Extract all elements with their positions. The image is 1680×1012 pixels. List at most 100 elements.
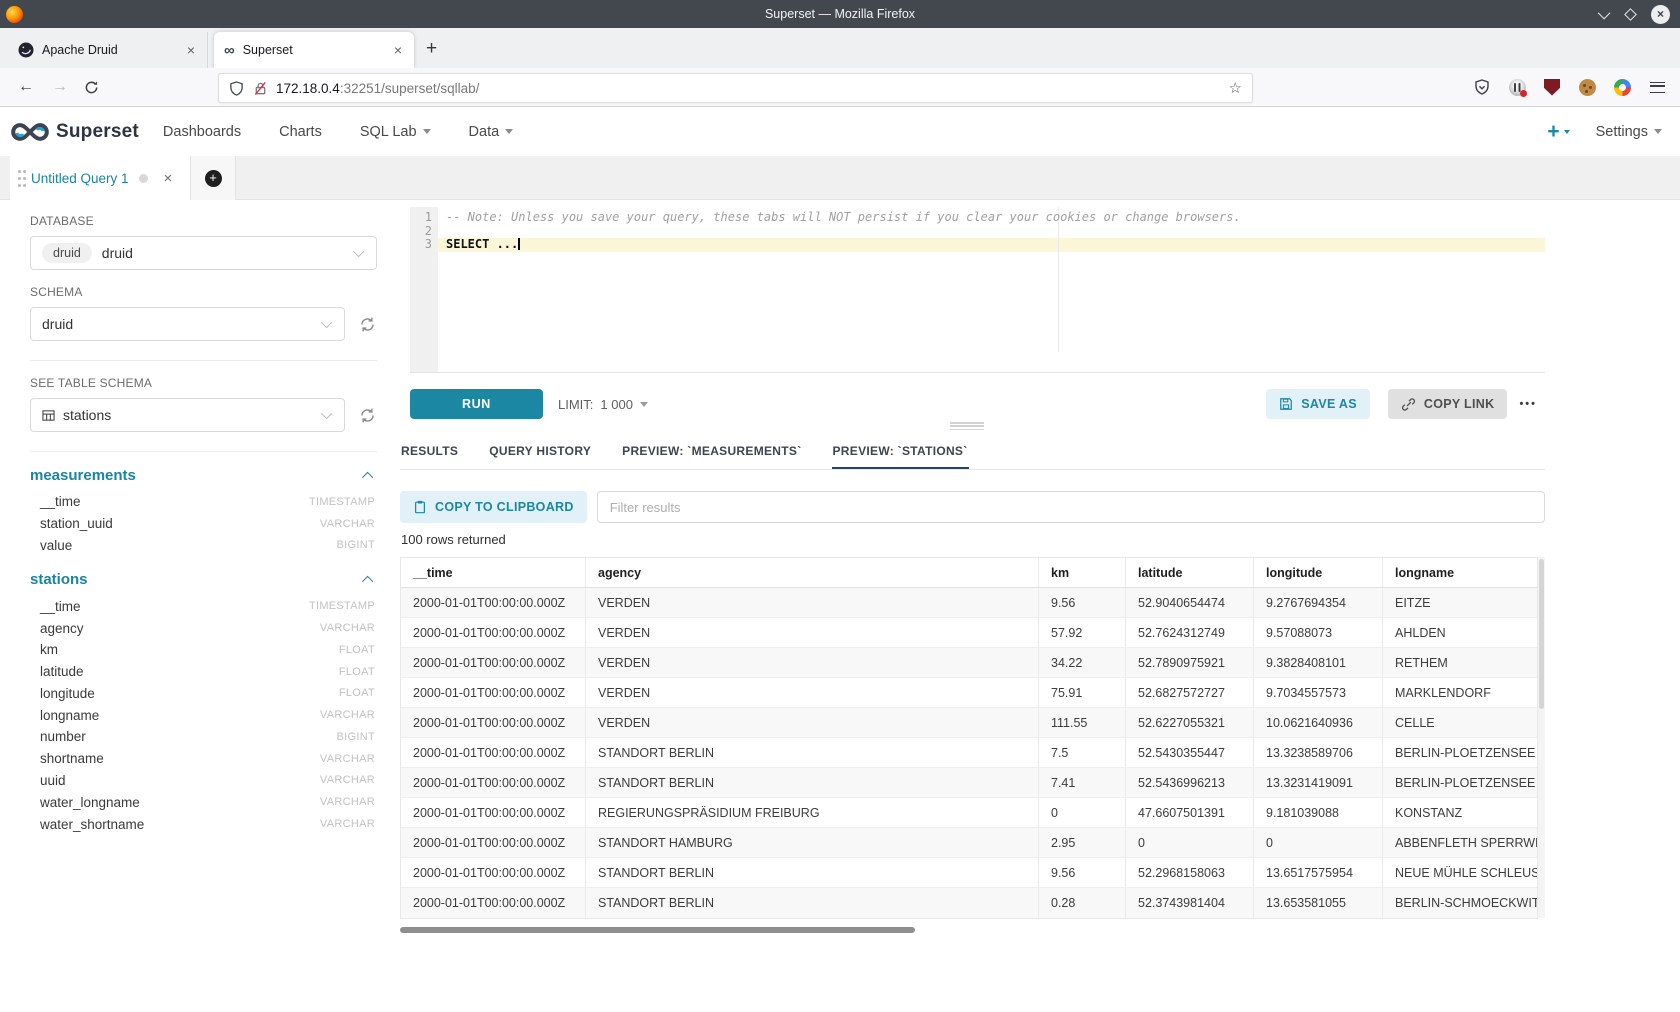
table-row[interactable]: 2000-01-01T00:00:00.000ZSTANDORT HAMBURG… [401, 828, 1537, 858]
sql-editor[interactable]: 1 2 3 -- Note: Unless you save your quer… [410, 207, 1545, 373]
settings-menu[interactable]: Settings [1596, 124, 1662, 140]
tab-close-icon[interactable]: × [185, 42, 197, 58]
nav-dashboards[interactable]: Dashboards [163, 124, 241, 140]
add-new-button[interactable]: + [1547, 120, 1569, 144]
ublock-icon[interactable] [1543, 78, 1561, 96]
clipboard-icon [413, 500, 427, 514]
table-row[interactable]: 2000-01-01T00:00:00.000ZVERDEN75.9152.68… [401, 678, 1537, 708]
schema-column-row[interactable]: kmFLOAT [30, 639, 377, 661]
table-row[interactable]: 2000-01-01T00:00:00.000ZREGIERUNGSPRÄSID… [401, 798, 1537, 828]
pocket-shield-icon[interactable] [1473, 78, 1491, 96]
table-select[interactable]: stations [30, 398, 345, 432]
table-row[interactable]: 2000-01-01T00:00:00.000ZVERDEN111.5552.6… [401, 708, 1537, 738]
back-icon[interactable]: ← [18, 78, 34, 96]
window-close-icon[interactable]: × [1651, 5, 1670, 24]
add-query-tab-icon: + [205, 170, 222, 187]
window-maximize-icon[interactable] [1624, 8, 1637, 21]
app-window: Superset — Mozilla Firefox × Apache Drui… [0, 0, 1680, 1012]
schema-column-row[interactable]: station_uuidVARCHAR [30, 513, 377, 535]
reload-icon[interactable] [84, 80, 99, 95]
schema-column-row[interactable]: uuidVARCHAR [30, 770, 377, 792]
table-row[interactable]: 2000-01-01T00:00:00.000ZVERDEN34.2252.78… [401, 648, 1537, 678]
table-cell: 2000-01-01T00:00:00.000Z [401, 798, 586, 827]
column-name: uuid [40, 773, 66, 788]
limit-dropdown[interactable]: LIMIT: 1 000 [558, 397, 648, 412]
table-cell: 9.7034557573 [1254, 678, 1383, 707]
drag-handle-icon[interactable] [18, 170, 21, 173]
table-row[interactable]: 2000-01-01T00:00:00.000ZSTANDORT BERLIN9… [401, 858, 1537, 888]
table-row[interactable]: 2000-01-01T00:00:00.000ZSTANDORT BERLIN0… [401, 888, 1537, 918]
database-select[interactable]: druid druid [30, 236, 377, 270]
column-header[interactable]: km [1039, 558, 1126, 587]
browser-tab-apache-druid[interactable]: Apache Druid × [8, 32, 208, 68]
table-cell: 13.653581055 [1254, 888, 1383, 918]
copy-to-clipboard-button[interactable]: COPY TO CLIPBOARD [400, 491, 587, 523]
column-header[interactable]: __time [401, 558, 586, 587]
column-header[interactable]: latitude [1126, 558, 1254, 587]
add-query-tab[interactable]: + [190, 156, 236, 200]
superset-brand[interactable]: Superset [10, 120, 139, 144]
filter-results-input[interactable] [597, 491, 1545, 523]
table-row[interactable]: 2000-01-01T00:00:00.000ZSTANDORT BERLIN7… [401, 738, 1537, 768]
table-vertical-scrollbar[interactable] [1538, 557, 1545, 918]
schema-column-row[interactable]: agencyVARCHAR [30, 617, 377, 639]
url-text[interactable]: 172.18.0.4:32251/superset/sqllab/ [276, 81, 479, 96]
schema-select[interactable]: druid [30, 307, 345, 341]
database-value: druid [102, 245, 133, 261]
limit-value: 1 000 [600, 397, 633, 412]
collapse-icon[interactable] [362, 576, 373, 587]
close-icon[interactable]: × [164, 170, 173, 187]
table-cell: 111.55 [1039, 708, 1126, 737]
schema-column-row[interactable]: water_shortnameVARCHAR [30, 813, 377, 835]
insecure-lock-icon[interactable] [253, 81, 268, 96]
menu-icon[interactable] [1648, 78, 1666, 96]
more-options-button[interactable]: ••• [1519, 398, 1537, 410]
save-as-button[interactable]: SAVE AS [1266, 389, 1370, 419]
column-header[interactable]: agency [586, 558, 1039, 587]
bookmark-star-icon[interactable]: ☆ [1229, 79, 1242, 97]
tab-query-history[interactable]: QUERY HISTORY [488, 435, 592, 469]
tab-preview-stations[interactable]: PREVIEW: `STATIONS` [832, 435, 969, 469]
schema-column-row[interactable]: __timeTIMESTAMP [30, 595, 377, 617]
nav-data[interactable]: Data [469, 124, 514, 140]
schema-column-row[interactable]: longitudeFLOAT [30, 682, 377, 704]
table-row[interactable]: 2000-01-01T00:00:00.000ZVERDEN9.5652.904… [401, 588, 1537, 618]
copy-link-button[interactable]: COPY LINK [1388, 389, 1508, 419]
collapse-icon[interactable] [362, 471, 373, 482]
schema-column-row[interactable]: water_longnameVARCHAR [30, 791, 377, 813]
table-row[interactable]: 2000-01-01T00:00:00.000ZVERDEN57.9252.76… [401, 618, 1537, 648]
editor-code[interactable]: -- Note: Unless you save your query, the… [438, 207, 1545, 372]
refresh-schema-icon[interactable] [358, 315, 377, 334]
schema-column-row[interactable]: shortnameVARCHAR [30, 748, 377, 770]
privacy-badger-icon[interactable] [1508, 78, 1526, 96]
new-tab-icon[interactable]: + [426, 38, 437, 60]
schema-column-row[interactable]: valueBIGINT [30, 535, 377, 557]
schema-column-row[interactable]: latitudeFLOAT [30, 661, 377, 683]
schema-column-row[interactable]: numberBIGINT [30, 726, 377, 748]
forward-icon[interactable]: → [52, 78, 68, 96]
browser-tab-superset[interactable]: ∞ Superset × [214, 32, 414, 68]
table-cell: 75.91 [1039, 678, 1126, 707]
tab-results[interactable]: RESULTS [400, 435, 459, 469]
pane-resize-handle[interactable] [950, 422, 984, 430]
tab-preview-measurements[interactable]: PREVIEW: `MEASUREMENTS` [621, 435, 802, 469]
extension-pinwheel-icon[interactable] [1613, 78, 1631, 96]
schema-column-row[interactable]: __timeTIMESTAMP [30, 491, 377, 513]
column-header[interactable]: longitude [1254, 558, 1383, 587]
query-tab-untitled-1[interactable]: Untitled Query 1 × [10, 156, 190, 200]
schema-section-header[interactable]: stations [30, 571, 377, 588]
cookie-icon[interactable] [1578, 78, 1596, 96]
nav-charts[interactable]: Charts [279, 124, 322, 140]
schema-section-header[interactable]: measurements [30, 467, 377, 484]
refresh-table-icon[interactable] [358, 406, 377, 425]
tab-close-icon[interactable]: × [392, 42, 404, 58]
url-bar[interactable]: 172.18.0.4:32251/superset/sqllab/ ☆ [218, 73, 1253, 103]
result-tabs: RESULTS QUERY HISTORY PREVIEW: `MEASUREM… [400, 435, 1545, 470]
schema-column-row[interactable]: longnameVARCHAR [30, 704, 377, 726]
table-row[interactable]: 2000-01-01T00:00:00.000ZSTANDORT BERLIN7… [401, 768, 1537, 798]
shield-icon[interactable] [229, 81, 244, 96]
column-header[interactable]: longname [1383, 558, 1537, 587]
table-horizontal-scrollbar[interactable] [400, 927, 1538, 934]
run-button[interactable]: RUN [410, 389, 543, 419]
nav-sql-lab[interactable]: SQL Lab [360, 124, 431, 140]
